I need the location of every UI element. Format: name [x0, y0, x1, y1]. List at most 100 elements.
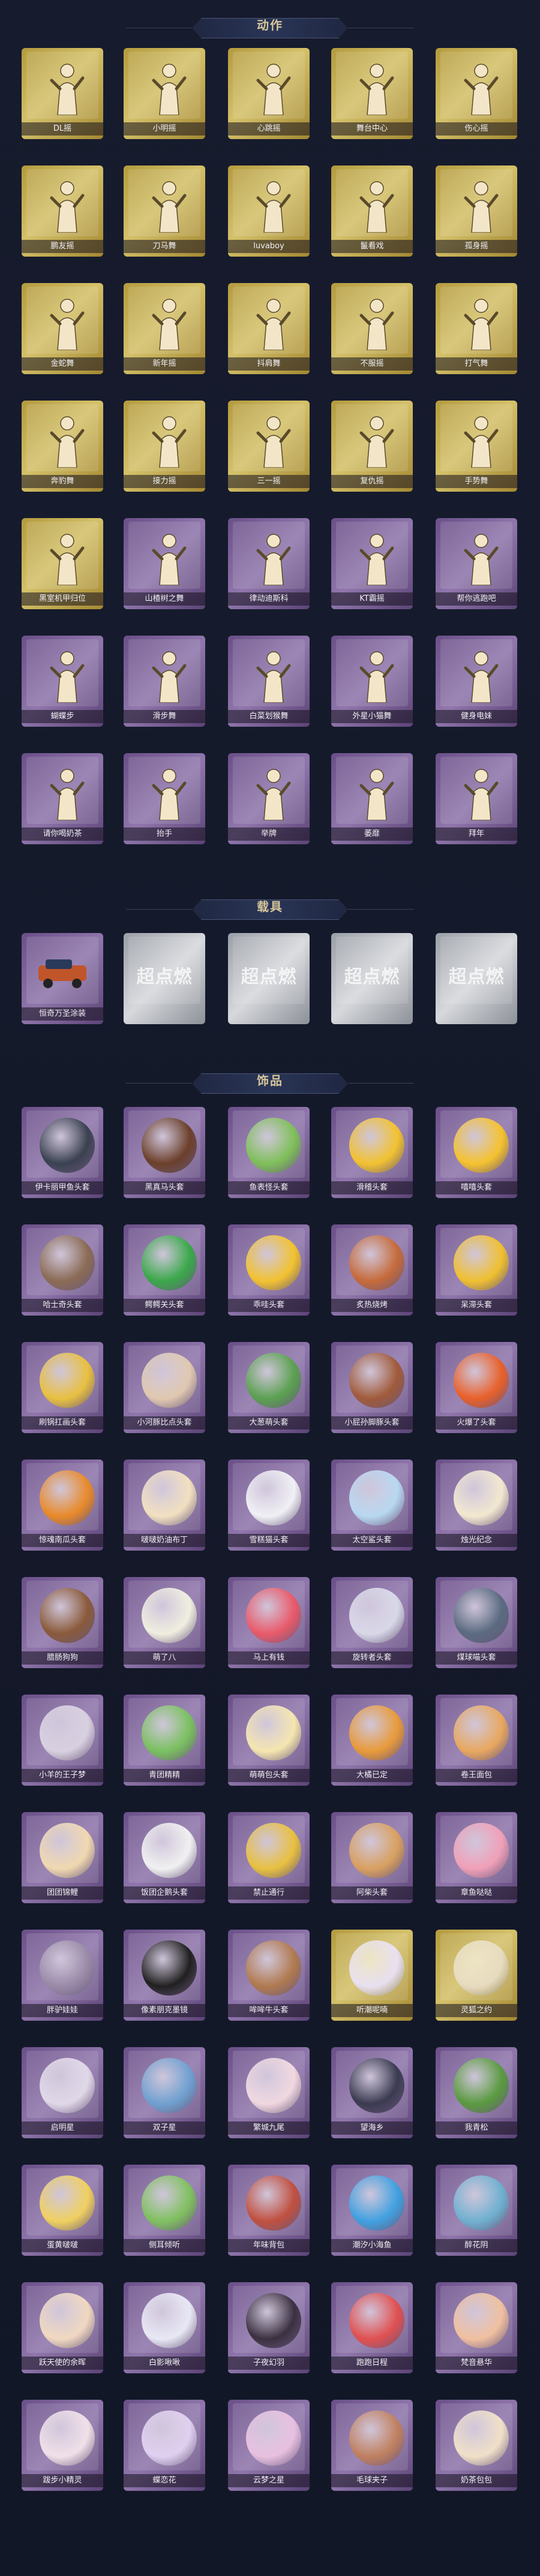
action-item[interactable]: 举牌 — [228, 753, 310, 844]
accessory-item[interactable]: 醉花阴 — [436, 2165, 517, 2256]
accessory-item[interactable]: 奶茶包包 — [436, 2400, 517, 2491]
action-item[interactable]: 白菜划猴舞 — [228, 636, 310, 727]
accessory-item[interactable]: 马上有钱 — [228, 1577, 310, 1668]
accessory-item[interactable]: 惊魂南瓜头套 — [22, 1459, 103, 1551]
vehicle-item[interactable]: 恒奇万圣涂装 — [22, 933, 103, 1024]
accessory-item[interactable]: 大橘已定 — [331, 1695, 413, 1786]
action-item[interactable]: KT霸摇 — [331, 518, 413, 609]
accessory-item[interactable]: 团团锦鲤 — [22, 1812, 103, 1903]
accessory-item[interactable]: 阿柴头套 — [331, 1812, 413, 1903]
accessory-item[interactable]: 火爆了头套 — [436, 1342, 517, 1433]
accessory-item[interactable]: 呆滞头套 — [436, 1224, 517, 1316]
accessory-item[interactable]: 蛋黄啵啵 — [22, 2165, 103, 2256]
accessory-item[interactable]: 大葱萌头套 — [228, 1342, 310, 1433]
vehicle-item[interactable]: 超点燃 — [331, 933, 413, 1024]
accessory-item[interactable]: 望海乡 — [331, 2047, 413, 2138]
accessory-item[interactable]: 跃天使的余晖 — [22, 2282, 103, 2373]
action-item[interactable]: 帮你逃跑吧 — [436, 518, 517, 609]
action-item[interactable]: 刀马舞 — [124, 165, 205, 257]
action-item[interactable]: 萎靡 — [331, 753, 413, 844]
action-item[interactable]: 小明摇 — [124, 48, 205, 139]
accessory-item[interactable]: 雪糕猫头套 — [228, 1459, 310, 1551]
accessory-item[interactable]: 哈士奇头套 — [22, 1224, 103, 1316]
action-item[interactable]: 鬣看戏 — [331, 165, 413, 257]
accessory-item[interactable]: 腊肠狗狗 — [22, 1577, 103, 1668]
accessory-item[interactable]: 灵狐之约 — [436, 1930, 517, 2021]
action-item[interactable]: 律动迪斯科 — [228, 518, 310, 609]
accessory-item[interactable]: 滑稽头套 — [331, 1107, 413, 1198]
accessory-item[interactable]: 我青松 — [436, 2047, 517, 2138]
action-item[interactable]: 抖肩舞 — [228, 283, 310, 374]
accessory-item[interactable]: 云梦之星 — [228, 2400, 310, 2491]
action-item[interactable]: 接力摇 — [124, 401, 205, 492]
action-item[interactable]: 孤身摇 — [436, 165, 517, 257]
accessory-item[interactable]: 刷锅扛画头套 — [22, 1342, 103, 1433]
accessory-item[interactable]: 饭团企鹅头套 — [124, 1812, 205, 1903]
accessory-item[interactable]: 旋转者头套 — [331, 1577, 413, 1668]
action-item[interactable]: 手势舞 — [436, 401, 517, 492]
accessory-item[interactable]: 蝶恋花 — [124, 2400, 205, 2491]
accessory-item[interactable]: 跋步小精灵 — [22, 2400, 103, 2491]
accessory-item[interactable]: 鱼表怪头套 — [228, 1107, 310, 1198]
action-item[interactable]: 黑室机甲归位 — [22, 518, 103, 609]
accessory-item[interactable]: 白影啾啾 — [124, 2282, 205, 2373]
action-item[interactable]: 山楂树之舞 — [124, 518, 205, 609]
action-item[interactable]: 蝴蝶步 — [22, 636, 103, 727]
action-item[interactable]: 外星小猫舞 — [331, 636, 413, 727]
accessory-item[interactable]: 章鱼哒哒 — [436, 1812, 517, 1903]
action-item[interactable]: 抬手 — [124, 753, 205, 844]
accessory-item[interactable]: 鳄鳄关头套 — [124, 1224, 205, 1316]
accessory-item[interactable]: 伊卡丽甲鱼头套 — [22, 1107, 103, 1198]
accessory-item[interactable]: 潮汐小海鱼 — [331, 2165, 413, 2256]
action-item[interactable]: 鹏友摇 — [22, 165, 103, 257]
action-item[interactable]: 奔豹舞 — [22, 401, 103, 492]
accessory-item[interactable]: 烛光纪念 — [436, 1459, 517, 1551]
accessory-item[interactable]: 炙热烧烤 — [331, 1224, 413, 1316]
accessory-item[interactable]: 小羊的王子梦 — [22, 1695, 103, 1786]
action-item[interactable]: 拜年 — [436, 753, 517, 844]
action-item[interactable]: 复仇摇 — [331, 401, 413, 492]
accessory-item[interactable]: 哞哞牛头套 — [228, 1930, 310, 2021]
accessory-item[interactable]: 青团精精 — [124, 1695, 205, 1786]
accessory-item[interactable]: 小河豚比点头套 — [124, 1342, 205, 1433]
accessory-item[interactable]: 像素朋克墨镜 — [124, 1930, 205, 2021]
action-item[interactable]: 舞台中心 — [331, 48, 413, 139]
accessory-item[interactable]: 启明星 — [22, 2047, 103, 2138]
accessory-item[interactable]: 梵音悬华 — [436, 2282, 517, 2373]
action-item[interactable]: 三一摇 — [228, 401, 310, 492]
action-item[interactable]: DL摇 — [22, 48, 103, 139]
accessory-item[interactable]: 小屁孙脚豚头套 — [331, 1342, 413, 1433]
action-item[interactable]: 请你喝奶茶 — [22, 753, 103, 844]
action-item[interactable]: 健身电妹 — [436, 636, 517, 727]
accessory-item[interactable]: 跑跑日程 — [331, 2282, 413, 2373]
accessory-item[interactable]: 毛球夹子 — [331, 2400, 413, 2491]
action-item[interactable]: 新年摇 — [124, 283, 205, 374]
action-item[interactable]: luvaboy — [228, 165, 310, 257]
accessory-item[interactable]: 啵啵奶油布丁 — [124, 1459, 205, 1551]
action-item[interactable]: 滑步舞 — [124, 636, 205, 727]
action-item[interactable]: 不服摇 — [331, 283, 413, 374]
accessory-item[interactable]: 子夜幻羽 — [228, 2282, 310, 2373]
vehicle-item[interactable]: 超点燃 — [124, 933, 205, 1024]
action-item[interactable]: 打气舞 — [436, 283, 517, 374]
vehicle-item[interactable]: 超点燃 — [436, 933, 517, 1024]
accessory-item[interactable]: 双子星 — [124, 2047, 205, 2138]
accessory-item[interactable]: 嘻嘻头套 — [436, 1107, 517, 1198]
vehicle-item[interactable]: 超点燃 — [228, 933, 310, 1024]
accessory-item[interactable]: 煤球喵头套 — [436, 1577, 517, 1668]
accessory-item[interactable]: 卷王面包 — [436, 1695, 517, 1786]
accessory-item[interactable]: 萌了八 — [124, 1577, 205, 1668]
action-item[interactable]: 心跳摇 — [228, 48, 310, 139]
accessory-item[interactable]: 听潮呢喃 — [331, 1930, 413, 2021]
action-item[interactable]: 金蛇舞 — [22, 283, 103, 374]
accessory-item[interactable]: 乖哇头套 — [228, 1224, 310, 1316]
accessory-item[interactable]: 太空鲨头套 — [331, 1459, 413, 1551]
action-item[interactable]: 伤心摇 — [436, 48, 517, 139]
accessory-item[interactable]: 胖驴娃娃 — [22, 1930, 103, 2021]
accessory-item[interactable]: 禁止通行 — [228, 1812, 310, 1903]
accessory-item[interactable]: 年味背包 — [228, 2165, 310, 2256]
accessory-item[interactable]: 黑真马头套 — [124, 1107, 205, 1198]
accessory-item[interactable]: 繁城九尾 — [228, 2047, 310, 2138]
accessory-item[interactable]: 萌萌包头套 — [228, 1695, 310, 1786]
accessory-item[interactable]: 侧耳倾听 — [124, 2165, 205, 2256]
